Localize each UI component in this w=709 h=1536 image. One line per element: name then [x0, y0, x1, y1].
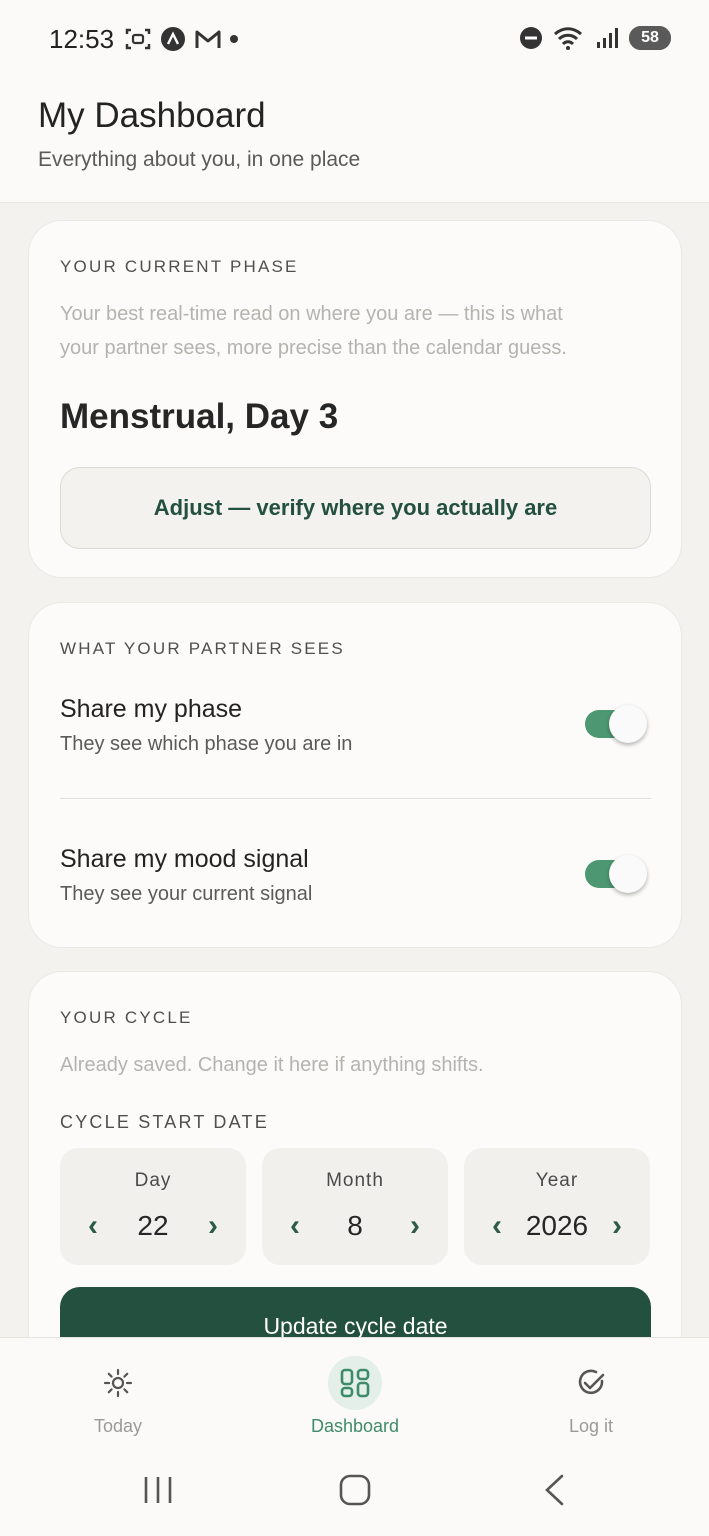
nav-log-it-label: Log it: [568, 1416, 614, 1436]
month-picker-label: Month: [326, 1170, 384, 1191]
battery-level: 58: [641, 29, 659, 46]
page-title: My Dashboard: [38, 96, 266, 135]
your-cycle-eyebrow: YOUR CYCLE: [60, 1008, 193, 1027]
share-mood-title: Share my mood signal: [60, 845, 309, 873]
screenshot-icon: [125, 28, 151, 50]
month-picker: Month ‹ 8 ›: [262, 1148, 448, 1265]
current-phase-card: YOUR CURRENT PHASE Your best real-time r…: [28, 220, 682, 578]
cycle-start-label: CYCLE START DATE: [60, 1112, 269, 1132]
signal-icon: [597, 28, 618, 48]
day-increment-button[interactable]: ›: [208, 1211, 218, 1241]
your-cycle-card: YOUR CYCLE Already saved. Change it here…: [28, 971, 682, 1391]
status-time: 12:53: [49, 24, 115, 54]
page-header: My Dashboard Everything about you, in on…: [0, 78, 709, 203]
app-a-icon: [161, 27, 185, 51]
battery-icon: 58: [629, 26, 671, 50]
adjust-phase-button[interactable]: Adjust — verify where you actually are: [60, 467, 651, 549]
current-phase-eyebrow: YOUR CURRENT PHASE: [60, 257, 299, 276]
year-picker-label: Year: [535, 1170, 579, 1191]
recent-apps-icon[interactable]: [141, 1473, 175, 1507]
month-value: 8: [347, 1210, 363, 1241]
partner-sees-eyebrow: WHAT YOUR PARTNER SEES: [60, 639, 345, 658]
nav-today-label: Today: [93, 1416, 143, 1436]
partner-sees-card: WHAT YOUR PARTNER SEES Share my phase Th…: [28, 602, 682, 948]
share-mood-toggle[interactable]: [585, 855, 647, 893]
year-picker: Year ‹ 2026 ›: [464, 1148, 650, 1265]
year-increment-button[interactable]: ›: [612, 1211, 622, 1241]
toggle-knob: [609, 855, 647, 893]
cycle-description: Already saved. Change it here if anythin…: [60, 1054, 484, 1076]
current-phase-value: Menstrual, Day 3: [60, 397, 339, 436]
phase-description-line2: your partner sees, more precise than the…: [60, 337, 567, 359]
do-not-disturb-icon: [520, 27, 542, 49]
nav-log-it[interactable]: Log it: [511, 1356, 671, 1437]
divider: [60, 798, 651, 799]
share-mood-subtitle: They see your current signal: [60, 883, 313, 905]
day-value: 22: [137, 1210, 169, 1241]
year-value: 2026: [525, 1210, 589, 1241]
share-phase-subtitle: They see which phase you are in: [60, 733, 353, 755]
grid-icon: [328, 1356, 382, 1410]
check-circle-icon: [564, 1356, 618, 1410]
status-bar: 12:53 58: [0, 0, 709, 78]
month-increment-button[interactable]: ›: [410, 1211, 420, 1241]
notification-dot: [230, 35, 238, 43]
bottom-navigation: Today Dashboard Log it: [0, 1337, 709, 1447]
day-picker-label: Day: [134, 1170, 172, 1191]
home-icon[interactable]: [338, 1473, 372, 1507]
day-picker: Day ‹ 22 ›: [60, 1148, 246, 1265]
wifi-icon: [554, 27, 582, 50]
toggle-knob: [609, 705, 647, 743]
share-phase-toggle[interactable]: [585, 705, 647, 743]
share-phase-title: Share my phase: [60, 695, 243, 723]
system-navigation-bar: [0, 1447, 709, 1536]
nav-dashboard-label: Dashboard: [310, 1416, 400, 1436]
back-icon[interactable]: [538, 1473, 572, 1507]
nav-today[interactable]: Today: [38, 1356, 198, 1437]
sun-icon: [91, 1356, 145, 1410]
page-subtitle: Everything about you, in one place: [38, 148, 361, 171]
phase-description-line1: Your best real-time read on where you ar…: [60, 303, 563, 325]
nav-dashboard[interactable]: Dashboard: [275, 1356, 435, 1437]
gmail-icon: [195, 30, 221, 48]
